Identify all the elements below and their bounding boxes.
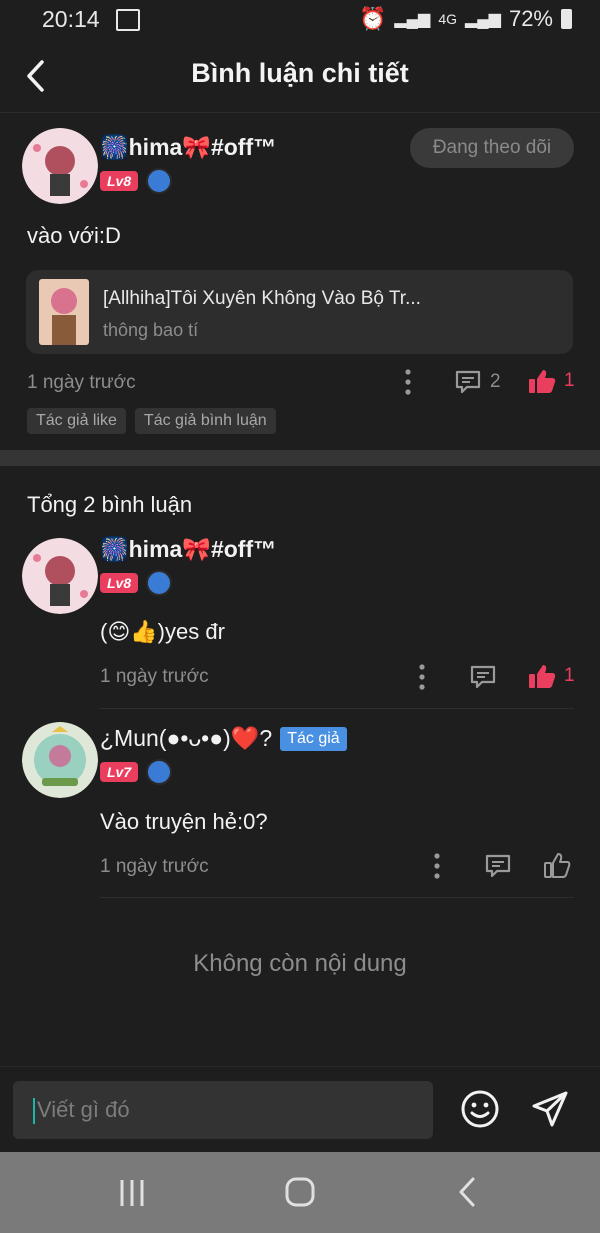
verified-icon [146, 570, 173, 596]
comment-icon [485, 854, 511, 878]
signal-icon-2: ▂▄▆ [465, 11, 501, 28]
more-vertical-icon [405, 369, 411, 395]
author-badge: Tác giả [280, 726, 347, 751]
tag-author-like: Tác giả like [27, 408, 126, 434]
recent-apps-icon [120, 1180, 144, 1206]
comment-input[interactable]: Viết gì đó [13, 1081, 433, 1139]
thumbs-up-icon [529, 370, 556, 393]
reply-button[interactable]: 2 [454, 369, 501, 395]
reply-badges: Lv7 [100, 759, 173, 785]
story-title: [Allhiha]Tôi Xuyên Không Vào Bộ Tr... [103, 288, 421, 309]
reply-separator [100, 897, 574, 898]
more-options-button[interactable] [404, 368, 412, 396]
level-badge: Lv8 [100, 573, 139, 593]
status-bar: 20:14 ⏰ ▂▄▆ 4G ▂▄▆ 72% [0, 0, 600, 40]
reply-badges: Lv8 [100, 570, 173, 596]
page-title: Bình luận chi tiết [191, 58, 409, 88]
comment-icon [470, 665, 496, 689]
reply-avatar[interactable] [22, 722, 98, 798]
more-vertical-icon [434, 853, 440, 879]
end-of-content: Không còn nội dung [193, 950, 407, 977]
input-placeholder: Viết gì đó [37, 1097, 130, 1122]
reply-comment-button[interactable] [484, 853, 512, 884]
more-vertical-icon [419, 664, 425, 690]
section-divider [0, 450, 600, 466]
signal-icon: ▂▄▆ [394, 11, 431, 28]
like-count: 1 [564, 370, 575, 391]
reply-comment-button[interactable] [469, 664, 497, 695]
comment-icon [455, 370, 481, 394]
user-badges: Lv8 [100, 168, 173, 194]
alarm-icon: ⏰ [358, 6, 387, 31]
tag-list: Tác giả like Tác giả bình luận [27, 408, 276, 434]
emoji-icon [461, 1090, 499, 1128]
reply-avatar[interactable] [22, 538, 98, 614]
reply-more-button[interactable] [433, 852, 441, 880]
story-cover [39, 279, 89, 345]
reply-more-button[interactable] [418, 663, 426, 691]
reply-count: 2 [490, 371, 501, 392]
status-time: 20:14 [42, 6, 100, 32]
reply-username[interactable]: 🎆hima🎀#off™ [100, 536, 276, 563]
level-badge: Lv7 [100, 762, 139, 782]
reply-time: 1 ngày trước [100, 856, 209, 877]
send-button[interactable] [530, 1089, 570, 1134]
recent-apps-button[interactable] [118, 1178, 146, 1213]
emoji-button[interactable] [460, 1089, 500, 1134]
like-button[interactable]: 1 [528, 368, 575, 394]
battery-level: 72% [508, 6, 553, 31]
reply-text: (😊👍)yes đr [100, 619, 225, 644]
follow-button[interactable]: Đang theo dõi [410, 128, 574, 168]
reply-time: 1 ngày trước [100, 666, 209, 687]
send-icon [532, 1091, 568, 1127]
thumbs-up-icon [544, 853, 571, 878]
comment-username[interactable]: 🎆hima🎀#off™ [100, 134, 276, 161]
reply-like-count: 1 [564, 665, 575, 686]
reply-username[interactable]: ¿Mun(●•ᴗ•●)❤️? [100, 725, 272, 752]
comment-time: 1 ngày trước [27, 372, 136, 393]
battery-icon [561, 9, 572, 29]
verified-icon [146, 168, 173, 194]
story-subtitle: thông bao tí [103, 320, 199, 340]
system-back-button[interactable] [456, 1176, 478, 1213]
header: Bình luận chi tiết [0, 40, 600, 113]
thumbs-up-icon [529, 665, 556, 688]
verified-icon [146, 759, 173, 785]
reply-user-row: ¿Mun(●•ᴗ•●)❤️? Tác giả [100, 725, 347, 752]
home-button[interactable] [284, 1176, 316, 1213]
text-caret [33, 1098, 35, 1125]
status-icons: ⏰ ▂▄▆ 4G ▂▄▆ 72% [359, 6, 572, 32]
level-badge: Lv8 [100, 171, 139, 191]
system-nav-bar [0, 1152, 600, 1233]
comment-input-bar: Viết gì đó [0, 1066, 600, 1153]
replies-header: Tổng 2 bình luận [27, 492, 193, 517]
home-icon [285, 1177, 315, 1207]
tag-author-comment: Tác giả bình luận [134, 408, 276, 434]
reply-text: Vào truyện hẻ:0? [100, 809, 268, 834]
gallery-icon [116, 9, 140, 31]
reply-like-button[interactable]: 1 [528, 663, 575, 689]
comment-text: vào với:D [27, 223, 121, 248]
reply-like-button[interactable] [543, 851, 571, 884]
reply-separator [100, 708, 574, 709]
avatar[interactable] [22, 128, 98, 204]
network-type: 4G [438, 11, 457, 27]
story-card[interactable]: [Allhiha]Tôi Xuyên Không Vào Bộ Tr... th… [26, 270, 573, 354]
chevron-left-icon [459, 1177, 475, 1207]
